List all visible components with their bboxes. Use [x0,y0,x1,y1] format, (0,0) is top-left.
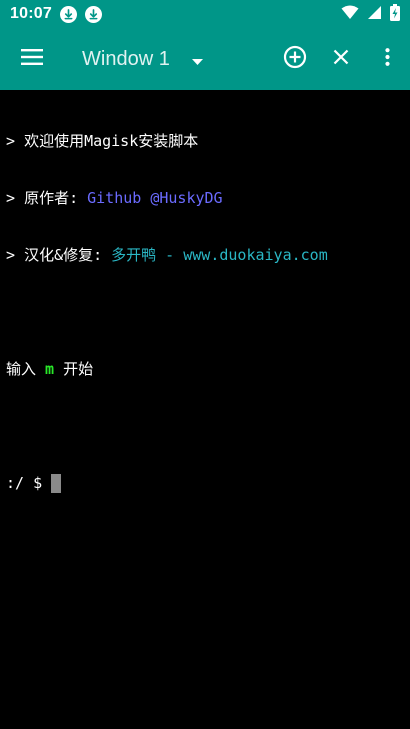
terminal-line: > 欢迎使用Magisk安装脚本 [6,132,404,151]
more-vert-icon [384,48,390,70]
line-prompt: > [6,189,25,207]
author-label: 原作者: [24,189,88,207]
line-prompt: > [6,246,25,264]
status-icons [341,3,400,25]
welcome-text: 欢迎使用Magisk安装脚本 [24,132,199,150]
credit-label: 汉化&修复: [24,246,112,264]
overflow-menu-button[interactable] [364,28,410,90]
instruction-text: 输入 [6,360,46,378]
start-key: m [45,360,55,378]
download-icon [84,5,102,23]
text-cursor [51,474,62,493]
author-name: Github @HuskyDG [87,189,223,207]
terminal-view[interactable]: > 欢迎使用Magisk安装脚本 > 原作者: Github @HuskyDG … [0,90,410,729]
close-window-button[interactable] [318,28,364,90]
menu-button[interactable] [0,28,64,90]
toolbar-actions [272,28,410,90]
status-bar: 10:07 [0,0,410,28]
new-window-button[interactable] [272,28,318,90]
window-selector[interactable]: Window 1 [82,28,203,90]
shell-prompt-line: :/ $ [6,474,404,493]
app-toolbar: Window 1 [0,28,410,90]
dropdown-arrow-icon [191,50,203,69]
battery-charging-icon [390,3,400,25]
line-prompt: > [6,132,25,150]
add-circle-icon [283,45,307,73]
wifi-icon [341,5,359,24]
close-icon [333,49,349,69]
window-title: Window 1 [82,47,170,70]
download-icon [59,5,77,23]
terminal-line: 输入 m 开始 [6,360,404,379]
signal-icon [367,5,382,24]
terminal-line: > 原作者: Github @HuskyDG [6,189,404,208]
credit-text: 多开鸭 - www.duokaiya.com [111,246,328,264]
terminal-line: > 汉化&修复: 多开鸭 - www.duokaiya.com [6,246,404,265]
menu-icon [21,49,43,69]
status-time: 10:07 [10,5,52,22]
instruction-text: 开始 [54,360,94,378]
shell-prompt: :/ $ [6,474,52,492]
